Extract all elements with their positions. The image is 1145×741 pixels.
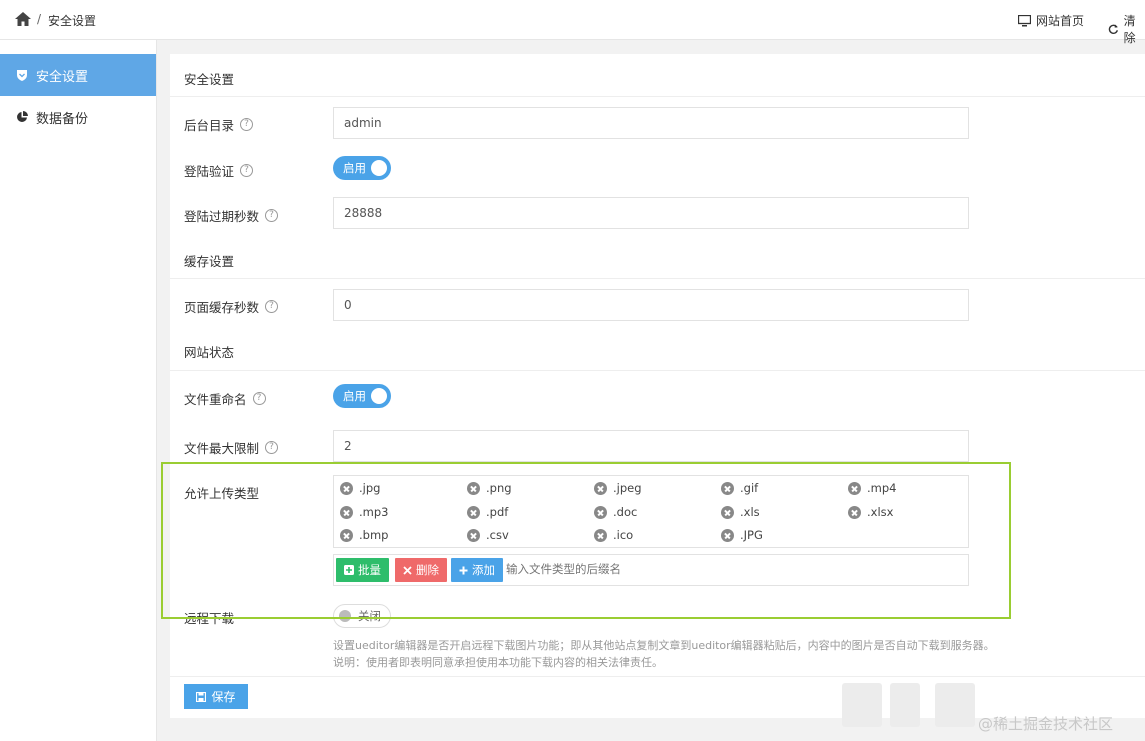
pie-chart-icon [17,111,28,122]
section-title-site-status: 网站状态 [184,345,235,360]
batch-button[interactable]: 批量 [336,558,389,582]
divider [170,96,1145,97]
plus-icon [459,566,468,574]
sidebar-item-backup[interactable]: 数据备份 [0,96,156,138]
remote-download-description: 设置ueditor编辑器是否开启远程下载图片功能；即从其他站点复制文章到uedi… [333,639,995,652]
blur-block [890,683,920,727]
help-icon[interactable]: ? [240,118,254,131]
remove-icon[interactable] [721,505,734,519]
file-type-tag: .xls [721,505,760,519]
divider [170,278,1145,279]
remove-icon[interactable] [848,481,861,495]
help-icon[interactable]: ? [240,164,254,177]
remove-icon[interactable] [340,528,353,542]
switch-knob [371,160,387,176]
blur-block [935,683,975,727]
suffix-input[interactable] [506,562,946,576]
help-icon[interactable]: ? [265,300,279,313]
settings-panel: 安全设置 后台目录 ? admin 登陆验证 ? 启用 登陆过期秒数 ? 288… [170,54,1145,718]
login-verify-label: 登陆验证 ? [184,161,254,180]
file-type-tag: .doc [594,505,637,519]
site-home-label: 网站首页 [1036,14,1085,28]
upload-type-actions: 批量 删除 添加 [333,554,969,586]
remove-icon[interactable] [340,505,353,519]
divider [170,676,1145,677]
remove-icon[interactable] [594,481,607,495]
file-type-tag: .jpeg [594,481,642,495]
admin-dir-input[interactable]: admin [333,107,969,139]
shield-icon [17,70,27,81]
remove-icon[interactable] [340,481,353,495]
save-icon [196,691,207,702]
save-button[interactable]: 保存 [184,684,248,709]
login-verify-switch[interactable]: 启用 [333,156,391,180]
file-type-tag: .csv [467,528,509,542]
remove-icon[interactable] [467,528,480,542]
help-icon[interactable]: ? [265,209,279,222]
login-expire-input[interactable]: 28888 [333,197,969,229]
section-title-security: 安全设置 [184,72,235,87]
file-type-tag: .gif [721,481,758,495]
remove-icon[interactable] [594,528,607,542]
remove-icon[interactable] [848,505,861,519]
file-type-tag: .pdf [467,505,508,519]
file-type-tag: .ico [594,528,633,542]
add-button[interactable]: 添加 [451,558,503,582]
remote-download-note: 说明：使用者即表明同意承担使用本功能下载内容的相关法律责任。 [333,656,663,669]
switch-knob [371,388,387,404]
sidebar-item-security[interactable]: 安全设置 [0,54,156,96]
top-bar: / 安全设置 网站首页 清除 [0,0,1145,45]
remove-icon[interactable] [721,528,734,542]
refresh-icon [1108,24,1119,34]
file-max-label: 文件最大限制 ? [184,438,279,457]
section-title-cache: 缓存设置 [184,254,235,269]
clear-cache-link[interactable]: 清除 [1108,12,1145,46]
close-icon [403,565,412,575]
remove-icon[interactable] [467,481,480,495]
divider [170,370,1145,371]
watermark: @稀土掘金技术社区 [978,715,1114,733]
switch-knob [339,610,351,622]
file-type-tag: .mp3 [340,505,388,519]
delete-button[interactable]: 删除 [395,558,447,582]
file-type-tag: .jpg [340,481,380,495]
sidebar-item-label: 数据备份 [36,111,89,127]
plus-square-icon [344,565,354,575]
page-cache-label: 页面缓存秒数 ? [184,297,279,316]
monitor-icon [1018,14,1031,26]
file-rename-switch[interactable]: 启用 [333,384,391,408]
file-rename-label: 文件重命名 ? [184,389,266,408]
home-icon[interactable] [15,12,31,26]
blur-block [842,683,882,727]
clear-cache-label: 清除 [1123,14,1136,45]
upload-types-label: 允许上传类型 [184,486,260,501]
help-icon[interactable]: ? [252,392,266,405]
help-icon[interactable]: ? [265,441,279,454]
file-type-tag: .bmp [340,528,388,542]
page-cache-input[interactable]: 0 [333,289,969,321]
file-type-tag: .JPG [721,528,763,542]
file-max-input[interactable]: 2 [333,430,969,462]
sidebar: 安全设置 数据备份 [0,40,157,741]
breadcrumb-current: 安全设置 [48,14,97,28]
remote-download-switch[interactable]: 关闭 [333,604,391,628]
breadcrumb-separator: / [37,12,42,26]
site-home-link[interactable]: 网站首页 [1018,12,1084,29]
remove-icon[interactable] [467,505,480,519]
file-type-tag: .png [467,481,512,495]
file-type-tag: .mp4 [848,481,896,495]
admin-dir-label: 后台目录 ? [184,115,254,134]
remote-download-label: 远程下载 [184,611,235,626]
remove-icon[interactable] [721,481,734,495]
file-type-tag: .xlsx [848,505,893,519]
remove-icon[interactable] [594,505,607,519]
login-expire-label: 登陆过期秒数 ? [184,206,279,225]
sidebar-item-label: 安全设置 [36,69,89,85]
upload-types-list: .jpg .png .jpeg .gif .mp4 .mp3 .pdf .doc… [333,475,969,548]
